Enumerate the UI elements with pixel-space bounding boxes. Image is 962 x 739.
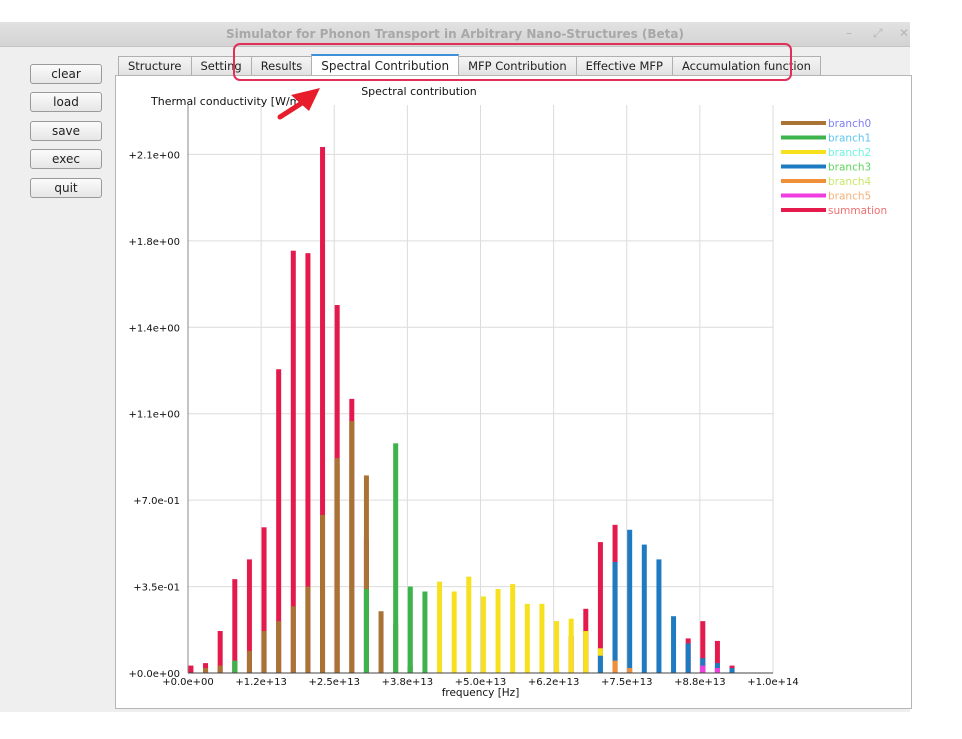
spectral-contribution-chart: +0.0e+00 +1.2e+13 +2.5e+13 +3.8e+13 +5.0e+13… <box>128 85 887 699</box>
bar-branch4 <box>627 668 633 673</box>
clear-button[interactable]: clear <box>30 64 102 84</box>
chart-panel: +0.0e+00 +1.2e+13 +2.5e+13 +3.8e+13 +5.0e+13… <box>115 75 912 709</box>
legend-swatch-branch2 <box>781 150 826 154</box>
bar-branch2 <box>524 603 530 673</box>
bar-branch0 <box>305 586 311 673</box>
legend-label-branch2: branch2 <box>828 147 871 159</box>
bar-branch3 <box>612 561 618 673</box>
bar-branch2 <box>554 621 560 673</box>
bar-branch3 <box>685 643 691 673</box>
bar-branch2 <box>583 631 589 673</box>
tab-structure[interactable]: Structure <box>118 56 192 75</box>
legend-label-summation: summation <box>828 205 887 217</box>
bar-branch0 <box>246 650 252 673</box>
legend-swatch-branch4 <box>781 179 826 183</box>
window-title: Simulator for Phonon Transport in Arbitr… <box>226 27 684 41</box>
bar-branch2 <box>495 589 501 673</box>
bar-branch2 <box>539 603 545 673</box>
bar-branch0 <box>203 668 209 673</box>
x-tick-label: +6.2e+13 <box>528 677 580 688</box>
bar-branch0 <box>290 606 296 673</box>
bar-branch3 <box>627 529 633 673</box>
legend-label-branch1: branch1 <box>828 133 871 145</box>
bar-branch0 <box>276 621 282 673</box>
quit-button[interactable]: quit <box>30 178 102 198</box>
pointer-arrow-icon <box>277 88 320 120</box>
x-tick-label: +2.5e+13 <box>308 677 360 688</box>
legend-swatch-branch5 <box>781 193 826 198</box>
bar-branch0 <box>217 665 223 673</box>
chart-title: Spectral contribution <box>361 85 477 98</box>
load-button[interactable]: load <box>30 92 102 112</box>
legend-swatch-summation <box>781 208 826 212</box>
bar-branch0 <box>261 631 267 673</box>
y-tick-label: +1.8e+00 <box>128 237 180 248</box>
minimize-icon[interactable]: – <box>846 26 852 40</box>
bar-summation <box>232 579 238 673</box>
x-tick-label: +7.5e+13 <box>601 677 653 688</box>
y-tick-label: +0.0e+00 <box>128 669 180 680</box>
maximize-icon[interactable]: ⤢ <box>873 26 883 41</box>
legend-label-branch5: branch5 <box>828 191 871 203</box>
bar-branch4 <box>612 660 618 673</box>
legend-label-branch3: branch3 <box>828 162 871 174</box>
y-tick-label: +3.5e-01 <box>133 583 180 594</box>
x-tick-label: +3.8e+13 <box>382 677 434 688</box>
bar-branch1 <box>407 586 413 673</box>
bar-branch3 <box>729 668 735 673</box>
bar-branch1 <box>393 443 399 673</box>
bar-branch0 <box>349 421 355 673</box>
exec-button[interactable]: exec <box>30 149 102 169</box>
bar-branch5 <box>714 668 720 673</box>
bar-branch2 <box>451 591 457 673</box>
bar-branch3 <box>641 544 647 673</box>
save-button[interactable]: save <box>30 121 102 141</box>
bar-branch1 <box>232 660 238 673</box>
tabs-highlight-box <box>233 43 792 81</box>
bar-summation <box>188 665 194 673</box>
x-tick-label: +1.2e+13 <box>235 677 287 688</box>
bar-branch1 <box>363 589 369 673</box>
legend-swatch-branch3 <box>781 164 826 169</box>
bar-branch0 <box>378 611 384 673</box>
y-tick-label: +7.0e-01 <box>133 496 180 507</box>
bar-branch3 <box>656 559 662 673</box>
y-tick-label: +2.1e+00 <box>128 150 180 161</box>
bar-branch2 <box>480 596 486 673</box>
bar-branch0 <box>320 514 326 673</box>
legend-swatch-branch0 <box>781 121 826 125</box>
bar-branch2 <box>466 576 472 673</box>
bar-branch3 <box>671 616 677 673</box>
x-tick-label: +1.0e+14 <box>747 677 799 688</box>
bar-branch3 <box>597 655 603 673</box>
close-icon[interactable]: ✕ <box>899 26 909 40</box>
bar-branch2 <box>568 618 574 673</box>
y-tick-label: +1.1e+00 <box>128 410 180 421</box>
legend-label-branch0: branch0 <box>828 118 871 130</box>
bar-branch2 <box>510 584 516 673</box>
bar-branch0 <box>334 458 340 673</box>
bar-branch1 <box>422 591 428 673</box>
bar-branch5 <box>700 665 706 673</box>
legend-label-branch4: branch4 <box>828 176 871 188</box>
x-axis-label: frequency [Hz] <box>442 687 520 699</box>
y-tick-label: +1.4e+00 <box>128 323 180 334</box>
legend-swatch-branch1 <box>781 135 826 140</box>
bar-branch2 <box>437 581 443 673</box>
x-tick-label: +8.8e+13 <box>674 677 726 688</box>
